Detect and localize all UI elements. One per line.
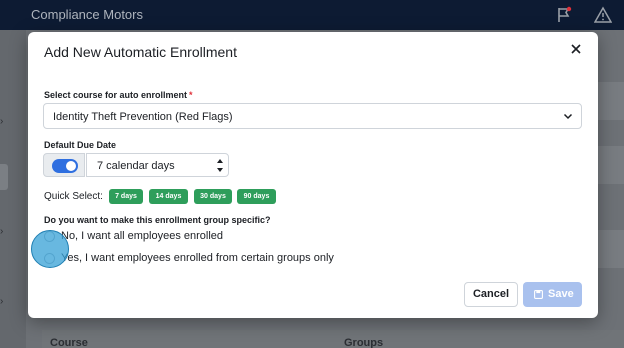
app-brand: Compliance Motors <box>31 7 143 22</box>
warning-icon[interactable] <box>594 6 612 24</box>
save-button[interactable]: Save <box>523 282 582 307</box>
toggle-knob <box>66 161 76 171</box>
sidebar-chevron-icon: › <box>0 116 4 127</box>
background-card <box>598 146 624 184</box>
chevron-down-icon <box>563 113 573 120</box>
table-header-course: Course <box>50 337 88 348</box>
due-date-toggle[interactable] <box>52 159 78 173</box>
quick-select-30-days[interactable]: 30 days <box>194 189 232 204</box>
flag-notification-icon[interactable] <box>555 6 573 24</box>
due-date-label: Default Due Date <box>44 140 117 150</box>
top-navigation-bar: Compliance Motors <box>0 0 624 30</box>
table-header-groups: Groups <box>344 337 384 348</box>
course-label-text: Select course for auto enrollment <box>44 90 188 100</box>
sidebar-active-item <box>0 164 8 190</box>
modal-title: Add New Automatic Enrollment <box>44 44 237 60</box>
save-label: Save <box>548 288 574 300</box>
save-icon <box>534 290 543 299</box>
group-question: Do you want to make this enrollment grou… <box>44 215 271 225</box>
cancel-button[interactable]: Cancel <box>464 282 518 307</box>
due-days-input[interactable]: 7 calendar days <box>86 153 229 177</box>
click-indicator <box>31 230 69 268</box>
course-label: Select course for auto enrollment * <box>44 90 193 100</box>
due-days-value: 7 calendar days <box>97 160 175 172</box>
course-select[interactable]: Identity Theft Prevention (Red Flags) <box>43 103 582 129</box>
required-mark: * <box>189 90 193 100</box>
course-select-value: Identity Theft Prevention (Red Flags) <box>53 111 233 123</box>
close-icon[interactable] <box>568 41 584 57</box>
sidebar-chevron-icon: › <box>0 296 4 307</box>
add-enrollment-modal: Add New Automatic Enrollment Select cour… <box>28 32 598 318</box>
quick-select-90-days[interactable]: 90 days <box>237 189 276 204</box>
quick-select-label: Quick Select: <box>44 191 103 202</box>
number-stepper-icon[interactable] <box>215 156 225 175</box>
background-table-header: Course Groups <box>42 330 624 348</box>
background-card <box>598 230 624 268</box>
radio-label: No, I want all employees enrolled <box>61 230 224 242</box>
sidebar-chevron-icon: › <box>0 226 4 237</box>
radio-label: Yes, I want employees enrolled from cert… <box>61 252 334 264</box>
background-card <box>598 82 624 120</box>
quick-select-14-days[interactable]: 14 days <box>149 189 188 204</box>
quick-select-7-days[interactable]: 7 days <box>109 189 143 204</box>
due-date-toggle-wrapper <box>43 153 85 177</box>
